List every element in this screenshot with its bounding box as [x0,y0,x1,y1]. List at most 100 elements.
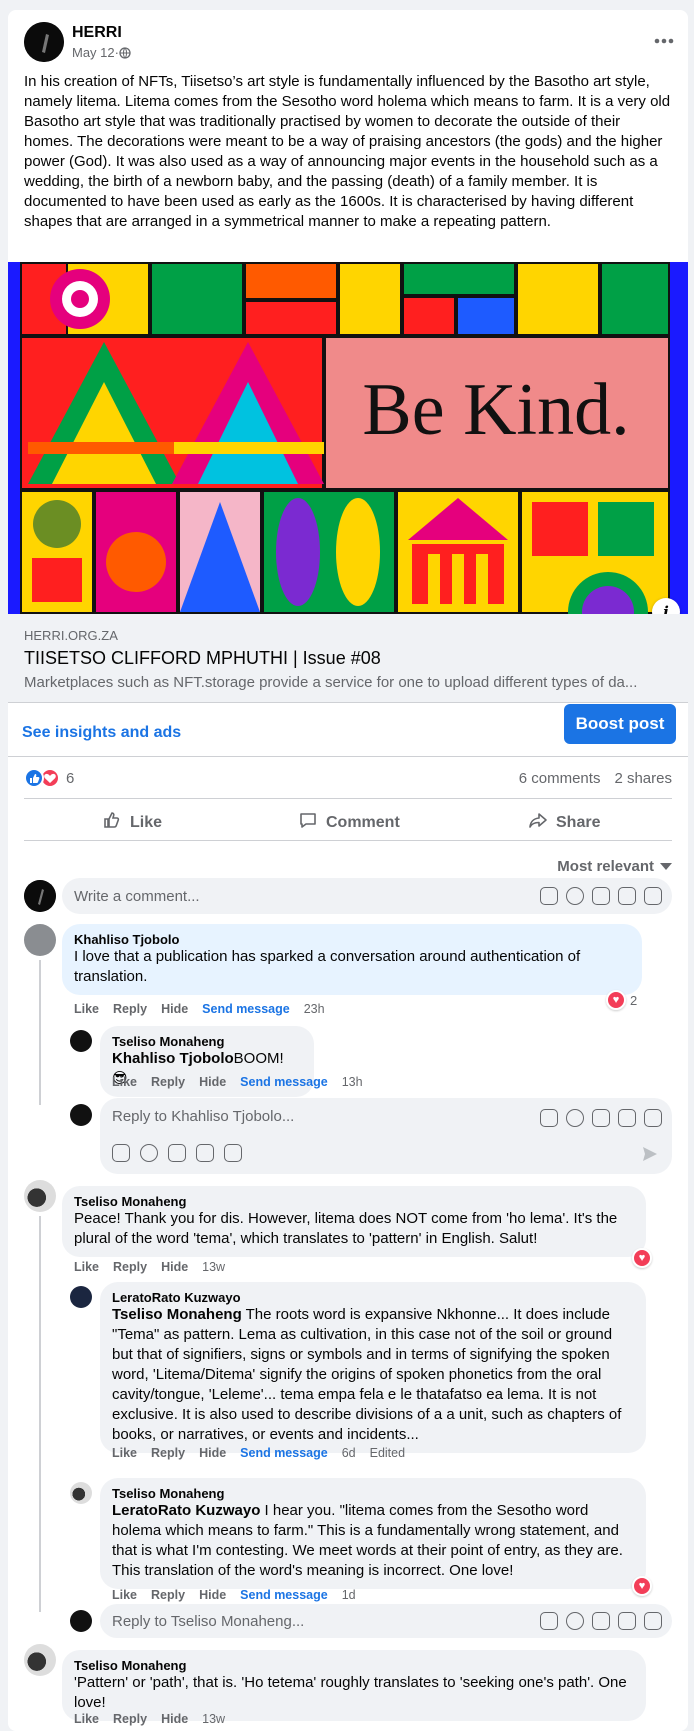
sort-dropdown[interactable]: Most relevant [557,858,672,875]
reply-input-placeholder: Reply to Khahliso Tjobolo... [112,1108,295,1125]
reply-reply[interactable]: Reply [151,1588,185,1602]
comment-button[interactable]: Comment [298,810,400,835]
comment-like[interactable]: Like [74,1712,99,1726]
comments-count[interactable]: 6 comments [519,770,601,787]
post-text: In his creation of NFTs, Tiisetso’s art … [24,73,671,230]
link-domain: HERRI.ORG.ZA [24,628,118,643]
mention-link[interactable]: Tseliso Monaheng [112,1306,242,1323]
see-insights-link[interactable]: See insights and ads [22,724,181,742]
sticker-icon[interactable] [644,887,662,905]
reply-reply[interactable]: Reply [151,1075,185,1089]
reply-like[interactable]: Like [112,1075,137,1089]
reply-input[interactable]: Reply to Tseliso Monaheng... [100,1604,672,1638]
comment-reply[interactable]: Reply [113,1260,147,1274]
replier-name[interactable]: Tseliso Monaheng [112,1486,634,1501]
comment-reactions[interactable]: ♥ 2 [606,990,637,1010]
love-reaction-icon: ♥ [606,990,626,1010]
comment-time[interactable]: 13w [202,1712,225,1726]
replier-avatar[interactable] [70,1286,92,1308]
love-reaction-icon[interactable]: ♥ [632,1576,652,1596]
comment-actions: Like Reply Hide 13w [74,1712,225,1726]
camera-icon[interactable] [592,1109,610,1127]
author-name[interactable]: HERRI [72,24,122,42]
emoji-icon[interactable] [566,1612,584,1630]
comment-time[interactable]: 23h [304,1002,325,1016]
commenter-name[interactable]: Tseliso Monaheng [74,1194,634,1209]
replier-name[interactable]: LeratoRato Kuzwayo [112,1290,634,1305]
reactions-summary[interactable]: 6 [24,768,74,788]
comment-reply[interactable]: Reply [113,1712,147,1726]
commenter-name[interactable]: Tseliso Monaheng [74,1658,634,1673]
emoji-icon[interactable] [140,1144,158,1162]
comment-label: Comment [326,813,400,831]
emoji-icon[interactable] [566,1109,584,1127]
share-button[interactable]: Share [528,810,600,835]
gif-icon[interactable] [618,1109,636,1127]
love-reaction-icon[interactable]: ♥ [632,1248,652,1268]
post-date[interactable]: May 12 [72,45,115,60]
sort-label: Most relevant [557,858,654,875]
commenter-name[interactable]: Khahliso Tjobolo [74,932,630,947]
comment-reply[interactable]: Reply [113,1002,147,1016]
commenter-avatar[interactable] [24,924,56,956]
camera-icon[interactable] [592,887,610,905]
reply-like[interactable]: Like [112,1446,137,1460]
more-horizontal-icon[interactable] [654,32,674,50]
replier-name[interactable]: Tseliso Monaheng [112,1034,302,1049]
comment-hide[interactable]: Hide [161,1712,188,1726]
commenter-avatar[interactable] [24,1644,56,1676]
send-message-link[interactable]: Send message [240,1446,328,1460]
current-user-avatar[interactable] [24,880,56,912]
gif-icon[interactable] [618,887,636,905]
comment-actions: Like Reply Hide Send message 23h [74,1002,325,1016]
comment-hide[interactable]: Hide [161,1260,188,1274]
sticker-icon[interactable] [224,1144,242,1162]
send-icon[interactable] [642,1146,658,1167]
replier-avatar[interactable] [70,1482,92,1504]
commenter-avatar[interactable] [24,1180,56,1212]
reply-like[interactable]: Like [112,1588,137,1602]
gif-icon[interactable] [196,1144,214,1162]
post-meta: May 12 · [72,45,131,60]
camera-icon[interactable] [168,1144,186,1162]
reply-reply[interactable]: Reply [151,1446,185,1460]
avatar-sticker-icon[interactable] [540,1612,558,1630]
reply-hide[interactable]: Hide [199,1075,226,1089]
link-info[interactable]: HERRI.ORG.ZA TIISETSO CLIFFORD MPHUTHI |… [8,614,688,702]
edited-label[interactable]: Edited [370,1446,405,1460]
avatar-sticker-icon[interactable] [112,1144,130,1162]
reply-hide[interactable]: Hide [199,1446,226,1460]
gif-icon[interactable] [618,1612,636,1630]
sticker-icon[interactable] [644,1109,662,1127]
camera-icon[interactable] [592,1612,610,1630]
replier-avatar[interactable] [70,1030,92,1052]
send-message-link[interactable]: Send message [240,1075,328,1089]
comment-input[interactable]: Write a comment... [62,878,672,914]
reply-time[interactable]: 6d [342,1446,356,1460]
reply-hide[interactable]: Hide [199,1588,226,1602]
send-message-link[interactable]: Send message [240,1588,328,1602]
emoji-icon[interactable] [566,887,584,905]
reply-actions: Like Reply Hide Send message 1d [112,1588,356,1602]
send-message-link[interactable]: Send message [202,1002,290,1016]
sticker-icon[interactable] [644,1612,662,1630]
author-avatar[interactable] [24,22,64,62]
mention-link[interactable]: Khahliso Tjobolo [112,1050,234,1067]
current-user-avatar[interactable] [70,1610,92,1632]
like-button[interactable]: Like [102,810,162,835]
comment-time[interactable]: 13w [202,1260,225,1274]
avatar-sticker-icon[interactable] [540,887,558,905]
comment-like[interactable]: Like [74,1260,99,1274]
link-preview-image[interactable]: Be Kind. [8,262,688,614]
share-arrow-icon [528,810,548,835]
reply-time[interactable]: 13h [342,1075,363,1089]
comment-hide[interactable]: Hide [161,1002,188,1016]
reply-input[interactable]: Reply to Khahliso Tjobolo... [100,1098,672,1174]
shares-count[interactable]: 2 shares [614,770,672,787]
reply-time[interactable]: 1d [342,1588,356,1602]
comment-like[interactable]: Like [74,1002,99,1016]
current-user-avatar[interactable] [70,1104,92,1126]
avatar-sticker-icon[interactable] [540,1109,558,1127]
mention-link[interactable]: LeratoRato Kuzwayo [112,1502,260,1519]
boost-post-button[interactable]: Boost post [564,704,676,744]
